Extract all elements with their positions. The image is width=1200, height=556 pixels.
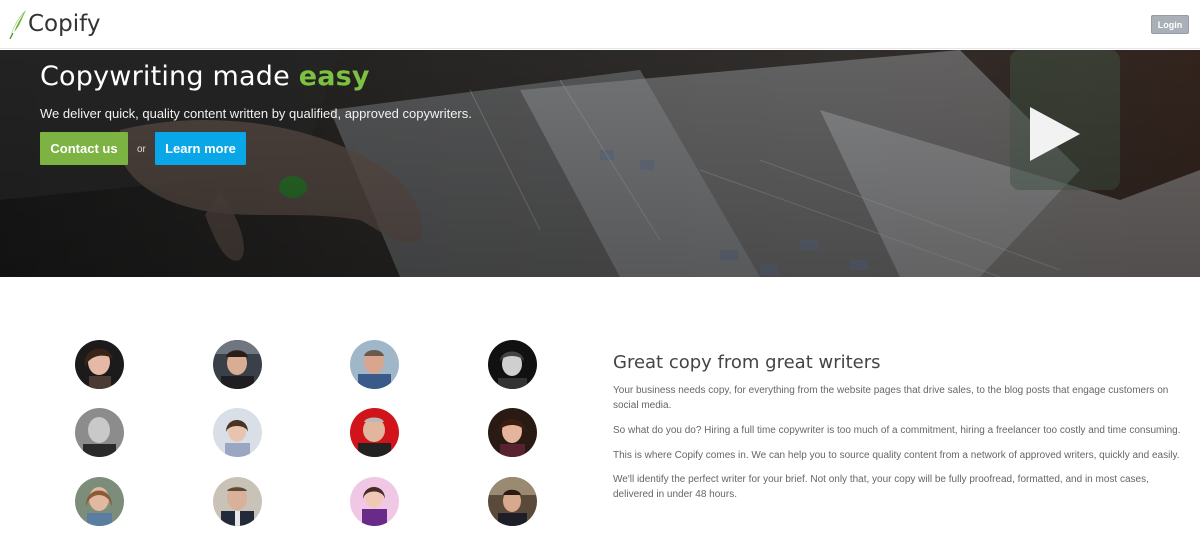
writer-avatar xyxy=(350,408,399,457)
login-button[interactable]: Login xyxy=(1151,15,1189,34)
contact-us-button[interactable]: Contact us xyxy=(40,132,128,165)
writer-avatar xyxy=(75,408,124,457)
quill-icon xyxy=(9,10,26,40)
hero-title-accent: easy xyxy=(298,61,370,92)
copify-logo[interactable]: Copify xyxy=(8,8,100,40)
section-paragraph: This is where Copify comes in. We can he… xyxy=(613,450,1180,461)
logo-text: Copify xyxy=(28,11,101,37)
writer-avatar xyxy=(75,477,124,526)
section-title: Great copy from great writers xyxy=(613,352,881,373)
section-paragraph: We'll identify the perfect writer for yo… xyxy=(613,474,1149,500)
play-icon[interactable] xyxy=(1028,107,1080,161)
site-header: Copify Login xyxy=(0,0,1200,49)
writer-avatar xyxy=(213,408,262,457)
section-paragraph: Your business needs copy, for everything… xyxy=(613,385,1169,411)
writer-avatar xyxy=(75,340,124,389)
writer-avatar xyxy=(213,340,262,389)
section-paragraph: So what do you do? Hiring a full time co… xyxy=(613,425,1181,436)
writer-avatar xyxy=(488,477,537,526)
writer-avatar xyxy=(488,408,537,457)
writer-avatar xyxy=(488,340,537,389)
hero-subtitle: We deliver quick, quality content writte… xyxy=(40,106,472,121)
writer-avatar xyxy=(350,477,399,526)
writer-avatar xyxy=(350,340,399,389)
or-separator: or xyxy=(137,144,146,155)
hero-title-main: Copywriting made xyxy=(40,61,299,92)
hero-banner: Copywriting made easy We deliver quick, … xyxy=(0,50,1200,277)
hero-title: Copywriting made easy xyxy=(40,61,370,92)
writer-avatar xyxy=(213,477,262,526)
learn-more-button[interactable]: Learn more xyxy=(155,132,246,165)
